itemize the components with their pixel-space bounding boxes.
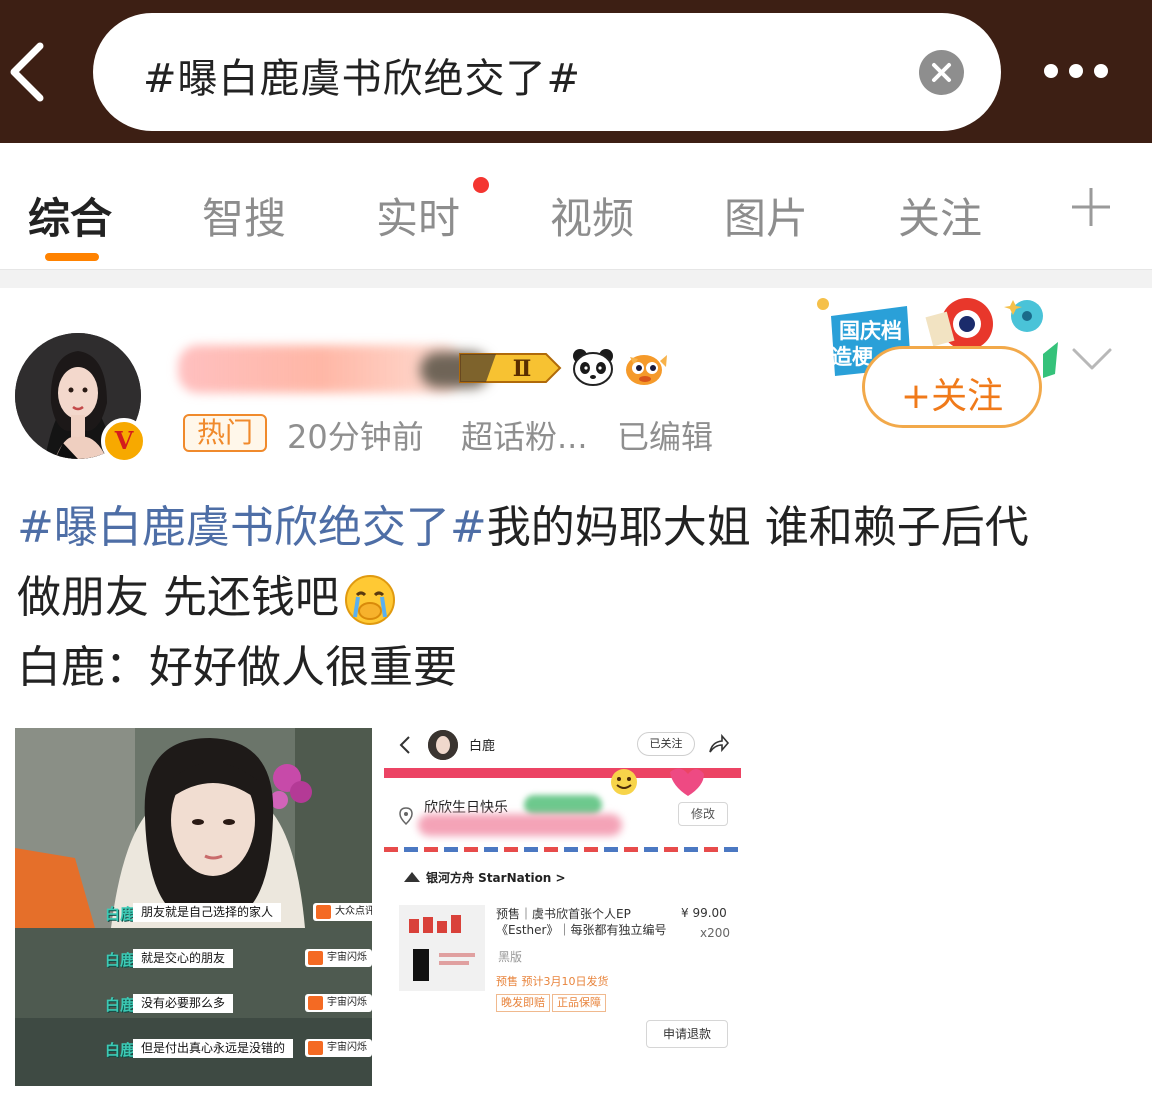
edit-button: 修改 <box>678 802 728 826</box>
subtitle-speaker: 白鹿 <box>105 1041 136 1059</box>
level-text: Ⅱ <box>513 356 532 382</box>
profile-name: 白鹿 <box>469 739 496 754</box>
airmail-divider <box>384 847 741 852</box>
app-logo: 宇宙闪烁 <box>305 949 372 967</box>
verified-badge-icon: V <box>101 418 147 464</box>
add-tab-icon[interactable] <box>1070 186 1112 228</box>
panda-icon <box>571 347 615 387</box>
post-image-2[interactable]: 白鹿 已关注 欣欣生日快乐 修改 银河方舟 StarNation > 预售｜虞书… <box>384 728 741 1086</box>
avatar <box>428 730 458 760</box>
presale-note: 预售 预计3月10日发货 <box>496 975 609 988</box>
app-logo: 宇宙闪烁 <box>305 994 372 1012</box>
subtitle-text: 就是交心的朋友 <box>133 949 234 968</box>
store-logo-icon <box>404 872 420 882</box>
level-badge-icon: Ⅱ <box>456 348 566 388</box>
tab-video[interactable]: 视频 <box>550 185 634 246</box>
hot-badge: 热门 <box>183 414 267 452</box>
top-bar: #曝白鹿虞书欣绝交了# <box>0 0 1152 143</box>
subtitle-text: 朋友就是自己选择的家人 <box>133 903 282 922</box>
dianping-logo: 大众点评 <box>313 903 372 921</box>
product-price: ¥ 99.00 <box>681 906 727 920</box>
search-input[interactable]: #曝白鹿虞书欣绝交了# <box>93 13 1001 131</box>
post-time: 20分钟前 <box>287 418 424 456</box>
post-text-line1: 我的妈耶大姐 谁和赖子后代 <box>486 502 1029 553</box>
product-variant: 黑版 <box>498 950 523 964</box>
dianping-label: 大众点评 <box>335 906 372 917</box>
subtitle-speaker: 白鹿 <box>105 905 136 923</box>
product-title: 预售｜虞书欣首张个人EP《Esther》｜每张都有独立编号 <box>496 907 667 937</box>
section-divider <box>0 269 1152 288</box>
subtitle-frame: 白鹿 就是交心的朋友 宇宙闪烁 <box>15 941 372 986</box>
product-quantity: x200 <box>700 926 731 940</box>
service-tag: 晚发即赔 <box>496 994 550 1012</box>
address-blur <box>524 795 602 815</box>
topic-link[interactable]: #曝白鹿虞书欣绝交了# <box>17 502 487 553</box>
app-logo: 宇宙闪烁 <box>305 1039 372 1057</box>
verify-mark: V <box>114 426 134 455</box>
subtitle-text: 没有必要那么多 <box>133 994 234 1013</box>
decoration-text-1: 国庆档 <box>839 319 902 343</box>
app-logo-label: 宇宙闪烁 <box>327 997 367 1008</box>
tab-smart-search[interactable]: 智搜 <box>202 185 286 246</box>
edited-label: 已编辑 <box>617 418 714 456</box>
tab-bar: 综合 智搜 实时 视频 图片 关注 <box>0 143 1152 269</box>
subtitle-speaker: 白鹿 <box>105 996 136 1014</box>
subtitle-frame: 白鹿 没有必要那么多 宇宙闪烁 <box>15 986 372 1031</box>
post-image-1[interactable]: 白鹿 朋友就是自己选择的家人 大众点评 白鹿 就是交心的朋友 宇宙闪烁 白鹿 没… <box>15 728 372 1086</box>
service-tag: 正品保障 <box>552 994 606 1012</box>
post-text-line3: 白鹿：好好做人很重要 <box>17 642 457 693</box>
subtitle-frame: 白鹿 但是付出真心永远是没错的 宇宙闪烁 <box>15 1031 372 1076</box>
tab-realtime[interactable]: 实时 <box>376 185 460 246</box>
refund-button: 申请退款 <box>646 1020 728 1048</box>
back-icon <box>399 736 410 754</box>
share-icon <box>709 733 730 753</box>
clear-icon[interactable] <box>919 50 964 95</box>
chevron-down-icon[interactable] <box>1070 340 1114 376</box>
tab-images[interactable]: 图片 <box>724 185 808 246</box>
tab-comprehensive[interactable]: 综合 <box>28 185 112 246</box>
more-icon[interactable] <box>1040 58 1112 86</box>
subtitle-text: 但是付出真心永远是没错的 <box>133 1039 294 1058</box>
post-source[interactable]: 超话粉... <box>461 412 588 458</box>
search-query: #曝白鹿虞书欣绝交了# <box>143 56 582 102</box>
back-icon[interactable] <box>0 30 70 110</box>
post-text-line2: 做朋友 先还钱吧 <box>17 572 339 623</box>
crying-emoji-icon <box>343 573 397 627</box>
smile-sticker-icon <box>611 768 704 796</box>
notification-dot <box>473 177 489 193</box>
location-pin-icon <box>399 807 413 826</box>
product-thumbnail <box>399 905 485 991</box>
active-tab-indicator <box>45 253 99 261</box>
app-logo-label: 宇宙闪烁 <box>327 1042 367 1053</box>
followed-button: 已关注 <box>637 732 695 756</box>
post-body: #曝白鹿虞书欣绝交了#我的妈耶大姐 谁和赖子后代 做朋友 先还钱吧 白鹿：好好做… <box>17 493 1137 703</box>
goldfish-icon <box>622 347 668 389</box>
follow-button[interactable]: +关注 <box>862 346 1042 428</box>
subtitle-speaker: 白鹿 <box>105 951 136 969</box>
store-name: 银河方舟 StarNation > <box>426 871 566 885</box>
tab-following[interactable]: 关注 <box>898 185 982 246</box>
app-logo-label: 宇宙闪烁 <box>327 952 367 963</box>
address-blur <box>418 814 622 836</box>
subtitle-frame: 白鹿 朋友就是自己选择的家人 大众点评 <box>15 896 372 941</box>
follow-label: +关注 <box>900 376 1004 417</box>
